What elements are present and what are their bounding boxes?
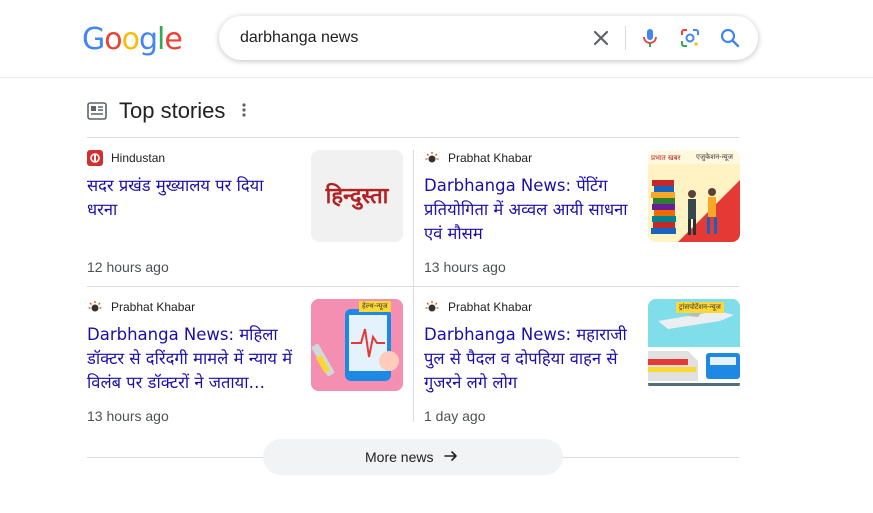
story-card[interactable]: Prabhat Khabar Darbhanga News: महाराजी प… xyxy=(424,299,740,429)
search-box[interactable]: darbhanga news xyxy=(219,16,758,60)
prabhat-khabar-favicon-icon xyxy=(425,301,439,312)
story-time: 13 hours ago xyxy=(87,408,169,424)
header: Google darbhanga news xyxy=(0,0,873,78)
education-illustration: प्रभात खबर xyxy=(648,150,740,242)
logo-letter: o xyxy=(121,22,140,57)
story-headline[interactable]: Darbhanga News: महिला डॉक्टर से दरिंदगी … xyxy=(87,323,297,395)
story-headline[interactable]: सदर प्रखंड मुख्यालय पर दिया धरना xyxy=(87,174,297,222)
story-time: 12 hours ago xyxy=(87,259,169,275)
lens-icon[interactable] xyxy=(678,26,702,50)
newspaper-icon xyxy=(87,102,107,120)
thumbnail-tag: ट्रांसपोर्टेशन-न्यूज xyxy=(676,302,724,313)
more-news-button[interactable]: More news xyxy=(263,439,563,475)
hindustan-favicon-icon xyxy=(87,150,103,166)
clear-icon[interactable] xyxy=(589,26,613,50)
health-illustration xyxy=(311,299,403,391)
story-thumbnail[interactable]: प्रभात खबर एजुकेशन-न्यूज xyxy=(648,150,740,242)
search-input[interactable]: darbhanga news xyxy=(240,29,358,47)
story-headline[interactable]: Darbhanga News: महाराजी पुल से पैदल व दो… xyxy=(424,323,634,395)
search-icon[interactable] xyxy=(718,26,742,50)
top-stories-title: Top stories xyxy=(119,98,226,123)
prabhat-khabar-favicon-icon xyxy=(88,301,102,312)
search-divider xyxy=(625,26,626,50)
thumbnail-tag: हेल्थ-न्यूज xyxy=(359,301,391,312)
row-divider xyxy=(87,286,739,287)
story-time: 1 day ago xyxy=(424,408,486,424)
story-headline[interactable]: Darbhanga News: पेंटिंग प्रतियोगिता में … xyxy=(424,174,634,246)
story-card[interactable]: Prabhat Khabar Darbhanga News: महिला डॉक… xyxy=(87,299,403,429)
logo-letter: g xyxy=(138,22,158,57)
story-card[interactable]: Prabhat Khabar Darbhanga News: पेंटिंग प… xyxy=(424,150,740,280)
arrow-right-icon xyxy=(444,451,457,461)
story-card[interactable]: Hindustan सदर प्रखंड मुख्यालय पर दिया धर… xyxy=(87,150,403,280)
story-time: 13 hours ago xyxy=(424,259,506,275)
top-divider xyxy=(87,137,739,138)
more-news-label: More news xyxy=(365,449,434,465)
story-thumbnail[interactable]: ट्रांसपोर्टेशन-न्यूज xyxy=(648,299,740,391)
svg-text:प्रभात खबर: प्रभात खबर xyxy=(651,154,681,162)
hindustan-logo: हिन्दुस्ता xyxy=(325,184,389,209)
logo-letter: o xyxy=(104,22,122,57)
prabhat-khabar-favicon-icon xyxy=(425,152,439,163)
story-thumbnail[interactable]: हेल्थ-न्यूज xyxy=(311,299,403,391)
logo-letter: e xyxy=(164,22,182,57)
google-logo[interactable]: Google xyxy=(82,22,183,58)
more-options-icon[interactable] xyxy=(242,102,246,118)
logo-letter: G xyxy=(82,22,105,57)
story-thumbnail[interactable]: हिन्दुस्ता xyxy=(311,150,403,242)
microphone-icon[interactable] xyxy=(638,26,662,50)
thumbnail-tag: एजुकेशन-न्यूज xyxy=(696,153,733,161)
